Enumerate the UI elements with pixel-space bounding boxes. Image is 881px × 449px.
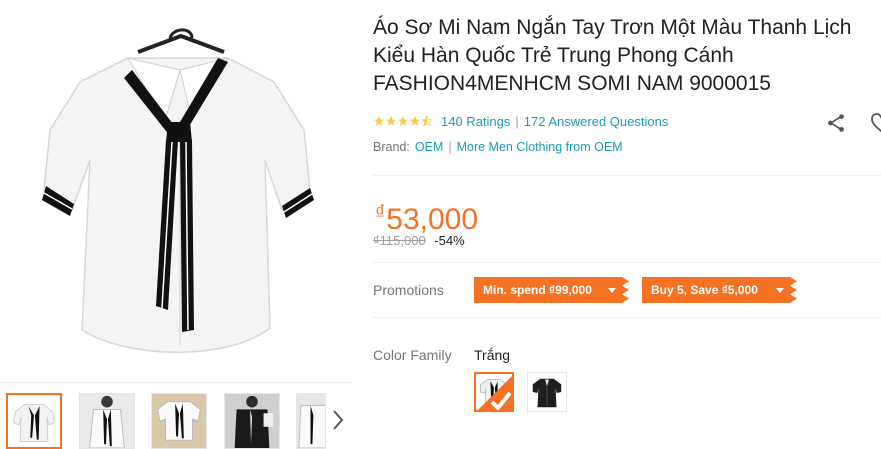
- caret-down-icon: [776, 288, 784, 293]
- promotion-tag-min-spend[interactable]: Min. spend ₫99,000: [474, 277, 629, 303]
- color-swatch-black[interactable]: [527, 372, 567, 412]
- product-gallery: [0, 0, 352, 449]
- thumbnail-black-shirt-model[interactable]: [224, 393, 280, 449]
- thumbnail-white-shirt-tie[interactable]: [6, 393, 62, 449]
- discount-badge: -54%: [434, 233, 465, 248]
- ticket-edge: [622, 277, 629, 303]
- selected-color: Trắng: [474, 347, 511, 363]
- thumbnail-white-shirt-side[interactable]: [296, 393, 326, 449]
- separator: |: [448, 140, 452, 154]
- current-price: ₫53,000: [375, 196, 478, 237]
- star-half-icon: [421, 115, 433, 127]
- product-details: Áo Sơ Mi Nam Ngắn Tay Trơn Một Màu Thanh…: [373, 0, 881, 446]
- main-product-image[interactable]: [20, 10, 350, 375]
- original-price: ₫115,000: [373, 233, 426, 248]
- rating-row: 140 Ratings | 172 Answered Questions: [373, 112, 668, 130]
- promotions-label: Promotions: [373, 282, 444, 298]
- chevron-right-icon[interactable]: [328, 405, 348, 435]
- separator: |: [515, 113, 519, 129]
- star-full-icon: [386, 116, 396, 126]
- currency-symbol: ₫: [375, 202, 386, 224]
- promotion-tag-bundle[interactable]: Buy 5, Save ₫5,000: [642, 277, 797, 303]
- brand-row: Brand: OEM | More Men Clothing from OEM: [373, 140, 623, 154]
- rating-stars[interactable]: [373, 115, 433, 127]
- price-amount: 53,000: [386, 203, 479, 236]
- thumbnail-white-shirt-flat[interactable]: [151, 393, 207, 449]
- brand-label: Brand:: [373, 140, 410, 154]
- star-full-icon: [398, 116, 408, 126]
- brand-link[interactable]: OEM: [415, 140, 443, 154]
- color-swatch-white[interactable]: [474, 372, 514, 412]
- share-icon[interactable]: [825, 112, 847, 134]
- promotion-tag-label: Buy 5, Save ₫5,000: [651, 283, 758, 297]
- divider: [373, 262, 881, 263]
- promotion-tag-label: Min. spend ₫99,000: [483, 283, 592, 297]
- product-title: Áo Sơ Mi Nam Ngắn Tay Trơn Một Màu Thanh…: [373, 16, 852, 95]
- heart-icon[interactable]: [871, 112, 881, 134]
- ratings-link[interactable]: 140 Ratings: [441, 114, 510, 129]
- checkmark-icon: [478, 376, 512, 410]
- divider: [373, 317, 881, 318]
- thumbnail-white-shirt-model[interactable]: [79, 393, 135, 449]
- star-full-icon: [410, 116, 420, 126]
- original-price-row: ₫115,000 -54%: [373, 233, 465, 248]
- color-family-label: Color Family: [373, 347, 452, 363]
- star-full-icon: [374, 116, 384, 126]
- caret-down-icon: [608, 288, 616, 293]
- thumbnail-strip: [0, 382, 352, 449]
- questions-link[interactable]: 172 Answered Questions: [524, 114, 669, 129]
- ticket-edge: [790, 277, 797, 303]
- more-from-brand-link[interactable]: More Men Clothing from OEM: [457, 140, 623, 154]
- divider: [373, 175, 881, 176]
